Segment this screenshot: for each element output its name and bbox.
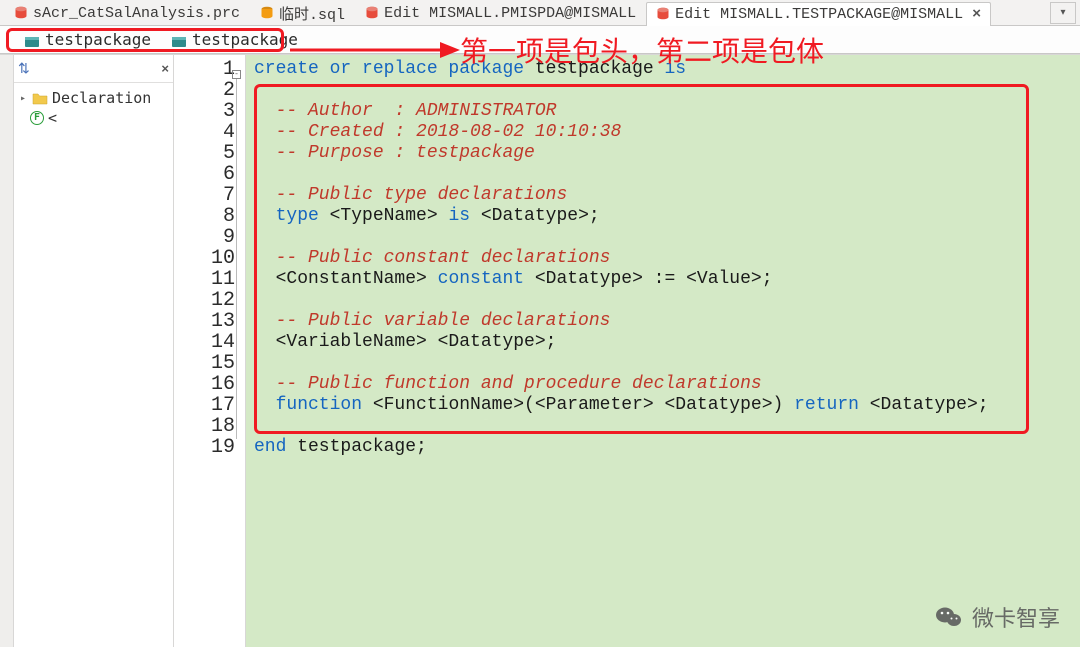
- tab-file-0[interactable]: sAcr_CatSalAnalysis.prc: [4, 1, 250, 25]
- tree-node-declaration[interactable]: ▸ Declaration: [18, 89, 169, 107]
- tab-label: Edit MISMALL.TESTPACKAGE@MISMALL: [675, 6, 963, 23]
- package-icon: [171, 33, 187, 47]
- sub-tab-spec[interactable]: testpackage: [14, 27, 161, 52]
- tree-node-label: Declaration: [52, 89, 151, 107]
- structure-panel: ⇅ × ▸ Declaration F <: [14, 55, 174, 647]
- package-icon: [24, 33, 40, 47]
- close-panel-button[interactable]: ×: [161, 61, 169, 76]
- tab-file-1[interactable]: 临时.sql: [250, 0, 355, 27]
- fold-column: -: [232, 59, 246, 439]
- db-icon: [14, 6, 28, 20]
- tab-label: Edit MISMALL.PMISPDA@MISMALL: [384, 5, 636, 22]
- fold-toggle[interactable]: -: [232, 70, 241, 79]
- db-icon: [656, 7, 670, 21]
- tab-file-3[interactable]: Edit MISMALL.TESTPACKAGE@MISMALL ×: [646, 2, 991, 26]
- db-icon: [260, 6, 274, 20]
- structure-toolbar: ⇅ ×: [14, 55, 173, 83]
- structure-tree: ▸ Declaration F <: [14, 83, 173, 133]
- watermark: 微卡智享: [934, 601, 1060, 633]
- sort-icon[interactable]: ⇅: [18, 60, 30, 77]
- tree-node-function[interactable]: F <: [18, 109, 169, 127]
- editor-tabs-bar: sAcr_CatSalAnalysis.prc 临时.sql Edit MISM…: [0, 0, 1080, 26]
- code-editor[interactable]: create or replace package testpackage is…: [246, 55, 1080, 647]
- tab-file-2[interactable]: Edit MISMALL.PMISPDA@MISMALL: [355, 1, 646, 25]
- close-icon[interactable]: ×: [972, 6, 981, 23]
- sub-tab-label: testpackage: [45, 30, 151, 49]
- chevron-down-icon: ▾: [1060, 7, 1065, 18]
- sub-tab-body[interactable]: testpackage: [161, 27, 308, 52]
- wechat-icon: [934, 602, 964, 632]
- db-icon: [365, 6, 379, 20]
- sub-tab-label: testpackage: [192, 30, 298, 49]
- left-gutter: [0, 55, 14, 647]
- package-parts-tabs: testpackage testpackage: [0, 26, 1080, 54]
- editor-main-area: ⇅ × ▸ Declaration F < 1 2 3 4 5 6 7 8 9 …: [0, 54, 1080, 647]
- function-icon: F: [30, 111, 44, 125]
- folder-icon: [32, 91, 48, 105]
- tabs-overflow-button[interactable]: ▾: [1050, 2, 1076, 24]
- tree-node-label: <: [48, 109, 57, 127]
- tab-label: 临时.sql: [279, 3, 345, 24]
- expand-icon[interactable]: ▸: [18, 93, 28, 104]
- line-number-gutter: 1 2 3 4 5 6 7 8 9 10 11 12 13 14 15 16 1…: [174, 55, 246, 647]
- tab-label: sAcr_CatSalAnalysis.prc: [33, 5, 240, 22]
- watermark-text: 微卡智享: [972, 601, 1060, 633]
- line-number: 19: [174, 437, 245, 458]
